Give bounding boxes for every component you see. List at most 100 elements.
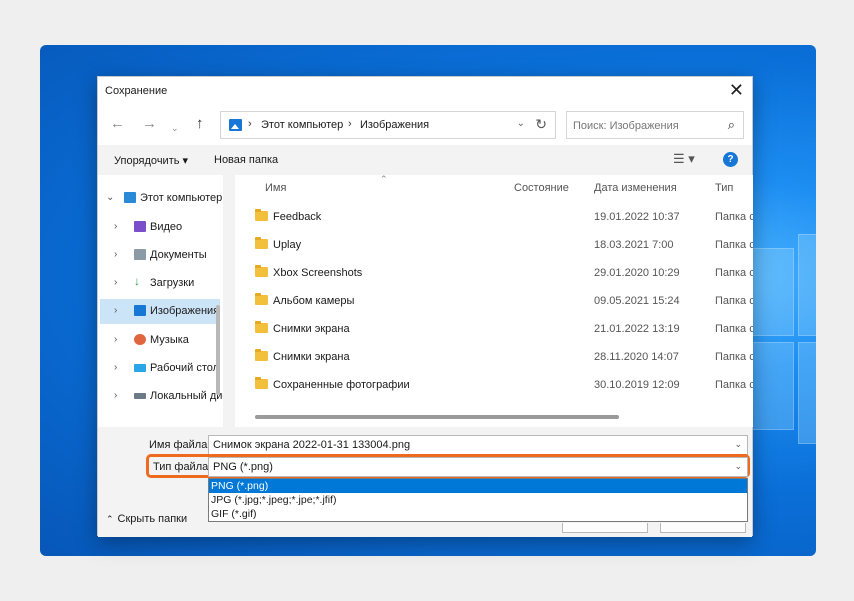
organize-button[interactable]: Упорядочить ▾	[114, 154, 188, 167]
file-type: Папка с	[715, 379, 753, 391]
folder-icon	[255, 377, 268, 389]
new-folder-button[interactable]: Новая папка	[214, 154, 278, 166]
filetype-select[interactable]: PNG (*.png) ⌄	[208, 457, 748, 477]
sidebar-item-label: Этот компьютер	[140, 192, 223, 204]
monitor-icon	[124, 192, 136, 203]
sidebar-item-music[interactable]: › Музыка	[100, 328, 220, 353]
list-item[interactable]: Feedback 19.01.2022 10:37 Папка с	[235, 205, 753, 229]
folder-icon	[255, 349, 268, 361]
breadcrumb-separator-icon: ›	[348, 118, 352, 130]
hide-folders-button[interactable]: ⌃ Скрыть папки	[106, 513, 187, 525]
folder-icon	[255, 265, 268, 277]
column-header-name[interactable]: Имя	[265, 182, 286, 194]
chevron-right-icon[interactable]: ›	[114, 362, 117, 373]
chevron-right-icon[interactable]: ›	[114, 334, 117, 345]
filename-label: Имя файла:	[149, 439, 211, 451]
chevron-down-icon[interactable]: ⌄	[734, 461, 742, 472]
forward-arrow-icon[interactable]: →	[142, 115, 157, 133]
file-type: Папка с	[715, 351, 753, 363]
sidebar-item-local-disk[interactable]: › Локальный дис	[100, 384, 223, 409]
pictures-icon	[134, 305, 146, 316]
list-item[interactable]: Xbox Screenshots 29.01.2020 10:29 Папка …	[235, 261, 753, 285]
filetype-option-png[interactable]: PNG (*.png)	[209, 479, 747, 493]
desktop-icon	[134, 364, 146, 372]
pictures-icon	[229, 119, 242, 131]
list-item[interactable]: Сохраненные фотографии 30.10.2019 12:09 …	[235, 373, 753, 397]
sidebar-item-pictures[interactable]: › Изображения	[100, 299, 220, 324]
file-type: Папка с	[715, 323, 753, 335]
column-header-type[interactable]: Тип	[715, 182, 733, 194]
column-header-date[interactable]: Дата изменения	[594, 182, 677, 194]
list-item[interactable]: Альбом камеры 09.05.2021 15:24 Папка с	[235, 289, 753, 313]
sidebar-item-label: Изображения	[150, 305, 220, 317]
search-icon[interactable]: ⌕	[728, 117, 735, 133]
sidebar-item-downloads[interactable]: › ↓ Загрузки	[100, 271, 220, 296]
search-input[interactable]: Поиск: Изображения ⌕	[566, 111, 744, 139]
save-button[interactable]	[562, 523, 648, 533]
filetype-value: PNG (*.png)	[213, 461, 273, 473]
filetype-option-gif[interactable]: GIF (*.gif)	[209, 507, 747, 521]
save-form: Имя файла: Снимок экрана 2022-01-31 1330…	[98, 427, 752, 537]
navigation-bar: ← → ⌄ ↑ › Этот компьютер › Изображения ⌄…	[98, 105, 752, 145]
filetype-option-jpg[interactable]: JPG (*.jpg;*.jpeg;*.jpe;*.jfif)	[209, 493, 747, 507]
back-arrow-icon[interactable]: ←	[110, 115, 125, 133]
up-arrow-icon[interactable]: ↑	[196, 115, 204, 133]
file-name: Альбом камеры	[273, 295, 355, 307]
sidebar-item-label: Загрузки	[150, 277, 195, 289]
chevron-down-icon[interactable]: ⌄	[106, 192, 114, 203]
filetype-dropdown-list: PNG (*.png) JPG (*.jpg;*.jpeg;*.jpe;*.jf…	[208, 478, 748, 522]
file-type: Папка с	[715, 295, 753, 307]
navigation-pane: ⌄ Этот компьютер › Видео › Документы › ↓…	[98, 175, 223, 427]
cancel-button[interactable]	[660, 523, 746, 533]
sidebar-item-label: Локальный дис	[150, 390, 223, 402]
recent-locations-chevron-icon[interactable]: ⌄	[171, 119, 179, 137]
breadcrumb-pictures[interactable]: Изображения	[360, 119, 429, 131]
help-icon[interactable]: ?	[723, 152, 738, 167]
chevron-right-icon[interactable]: ›	[114, 249, 117, 260]
refresh-icon[interactable]: ↻	[535, 116, 547, 133]
chevron-right-icon[interactable]: ›	[114, 390, 117, 401]
sidebar-item-this-pc[interactable]: ⌄ Этот компьютер	[100, 186, 223, 211]
sidebar-item-label: Документы	[150, 249, 207, 261]
file-name: Сохраненные фотографии	[273, 379, 410, 391]
column-header-status[interactable]: Состояние	[514, 182, 569, 194]
filename-value: Снимок экрана 2022-01-31 133004.png	[213, 439, 411, 451]
search-placeholder: Поиск: Изображения	[573, 120, 679, 132]
sidebar-item-video[interactable]: › Видео	[100, 215, 220, 240]
breadcrumb-this-pc[interactable]: Этот компьютер	[261, 119, 343, 131]
horizontal-scrollbar[interactable]	[255, 415, 619, 419]
chevron-right-icon[interactable]: ›	[114, 305, 117, 316]
sidebar-scrollbar[interactable]	[216, 305, 220, 395]
breadcrumb-separator-icon: ›	[248, 118, 252, 130]
address-dropdown-icon[interactable]: ⌄	[517, 118, 525, 129]
sidebar-item-label: Видео	[150, 221, 183, 233]
download-icon: ↓	[134, 274, 140, 288]
file-date: 19.01.2022 10:37	[594, 211, 680, 223]
sidebar-item-documents[interactable]: › Документы	[100, 243, 220, 268]
sidebar-item-label: Музыка	[150, 334, 189, 346]
title-bar: Сохранение ✕	[98, 77, 752, 105]
view-options-icon[interactable]: ☰ ▾	[673, 151, 695, 167]
chevron-down-icon[interactable]: ⌄	[734, 439, 742, 450]
list-item[interactable]: Снимки экрана 21.01.2022 13:19 Папка с	[235, 317, 753, 341]
documents-icon	[134, 249, 146, 260]
folder-icon	[255, 237, 268, 249]
filename-input[interactable]: Снимок экрана 2022-01-31 133004.png ⌄	[208, 435, 748, 455]
file-date: 18.03.2021 7:00	[594, 239, 674, 251]
save-dialog: Сохранение ✕ ← → ⌄ ↑ › Этот компьютер › …	[97, 76, 753, 537]
sidebar-item-desktop[interactable]: › Рабочий стол	[100, 356, 220, 381]
file-name: Xbox Screenshots	[273, 267, 363, 279]
address-bar[interactable]: › Этот компьютер › Изображения ⌄ ↻	[220, 111, 556, 139]
list-item[interactable]: Uplay 18.03.2021 7:00 Папка с	[235, 233, 753, 257]
chevron-right-icon[interactable]: ›	[114, 277, 117, 288]
file-name: Снимки экрана	[273, 351, 350, 363]
chevron-up-icon: ⌃	[106, 514, 114, 524]
toolbar: Упорядочить ▾ Новая папка ☰ ▾ ?	[98, 145, 752, 175]
close-icon[interactable]: ✕	[729, 80, 744, 100]
list-item[interactable]: Снимки экрана 28.11.2020 14:07 Папка с	[235, 345, 753, 369]
file-list: ⌃ Имя Состояние Дата изменения Тип Feedb…	[235, 175, 753, 427]
sidebar-item-label: Рабочий стол	[150, 362, 220, 374]
file-date: 09.05.2021 15:24	[594, 295, 680, 307]
chevron-right-icon[interactable]: ›	[114, 221, 117, 232]
file-date: 21.01.2022 13:19	[594, 323, 680, 335]
